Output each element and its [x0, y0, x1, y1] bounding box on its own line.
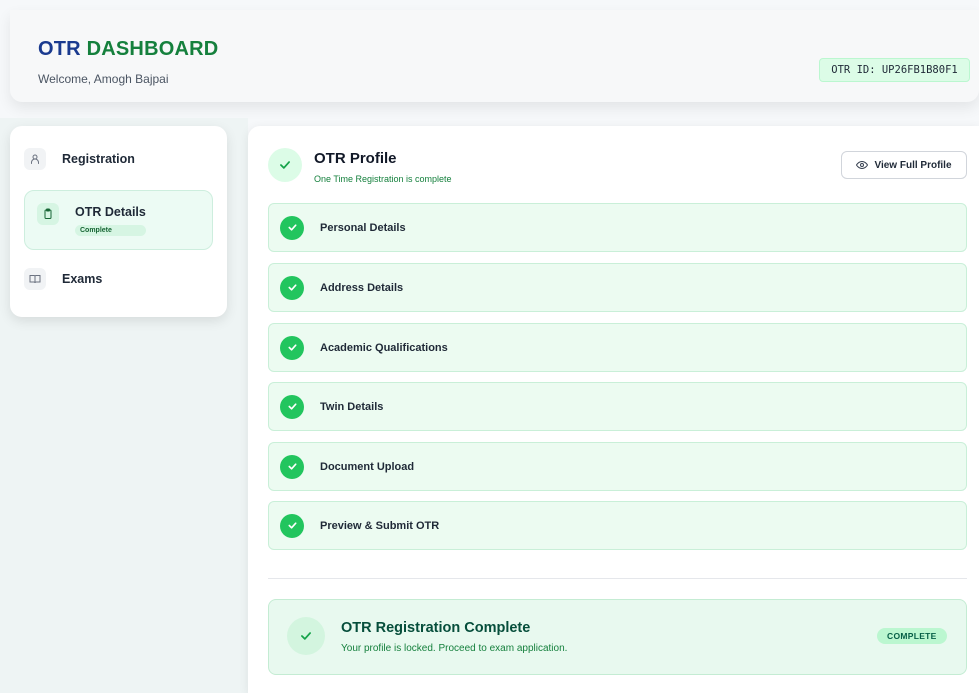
app-title: OTR DASHBOARD — [38, 38, 218, 61]
step-address-details[interactable]: Address Details — [268, 263, 967, 312]
sidebar-item-label: OTR Details — [75, 205, 146, 219]
step-label: Preview & Submit OTR — [320, 519, 440, 532]
completion-subtitle: Your profile is locked. Proceed to exam … — [341, 643, 568, 654]
page-title: OTR Profile — [314, 150, 397, 167]
step-label: Personal Details — [320, 221, 406, 234]
step-label: Document Upload — [320, 460, 415, 473]
step-label: Academic Qualifications — [320, 341, 448, 354]
sidebar: Registration OTR Details Complete Exams — [10, 126, 227, 317]
sidebar-item-registration[interactable]: Registration — [24, 148, 213, 178]
eye-icon — [856, 159, 869, 171]
step-academic-qualifications[interactable]: Academic Qualifications — [268, 323, 967, 372]
sidebar-item-label: Exams — [62, 272, 103, 286]
step-label: Twin Details — [320, 400, 384, 413]
check-circle-icon — [280, 454, 304, 479]
app-title-part2: DASHBOARD — [86, 38, 219, 60]
view-full-profile-label: View Full Profile — [874, 159, 952, 171]
step-label: Address Details — [320, 281, 404, 294]
step-preview-submit[interactable]: Preview & Submit OTR — [268, 501, 967, 550]
step-document-upload[interactable]: Document Upload — [268, 442, 967, 491]
top-header: OTR DASHBOARD Welcome, Amogh Bajpai OTR … — [10, 10, 979, 102]
main-panel: OTR Profile One Time Registration is com… — [248, 126, 979, 693]
status-badge: COMPLETE — [877, 628, 947, 644]
book-icon — [24, 268, 46, 290]
sidebar-item-label: Registration — [62, 152, 135, 166]
step-personal-details[interactable]: Personal Details — [268, 203, 967, 252]
check-circle-icon — [280, 335, 304, 360]
check-circle-icon — [280, 513, 304, 538]
check-circle-icon — [280, 215, 304, 240]
divider — [268, 578, 967, 579]
check-circle-icon — [280, 394, 304, 419]
view-full-profile-button[interactable]: View Full Profile — [841, 151, 967, 179]
sidebar-item-exams[interactable]: Exams — [24, 268, 213, 298]
app-title-part1: OTR — [38, 38, 81, 60]
page-subtitle: One Time Registration is complete — [314, 174, 452, 184]
check-circle-icon — [280, 275, 304, 300]
sidebar-item-otr-details[interactable]: OTR Details Complete — [24, 190, 213, 250]
user-icon — [24, 148, 46, 170]
check-icon — [268, 148, 302, 182]
check-icon — [287, 617, 325, 655]
clipboard-icon — [37, 203, 59, 225]
otr-id-badge: OTR ID: UP26FB1B80F1 — [819, 58, 970, 82]
completion-title: OTR Registration Complete — [341, 620, 531, 636]
welcome-text: Welcome, Amogh Bajpai — [38, 72, 169, 86]
step-twin-details[interactable]: Twin Details — [268, 382, 967, 431]
completion-card: OTR Registration Complete Your profile i… — [268, 599, 967, 675]
status-badge: Complete — [75, 225, 146, 236]
